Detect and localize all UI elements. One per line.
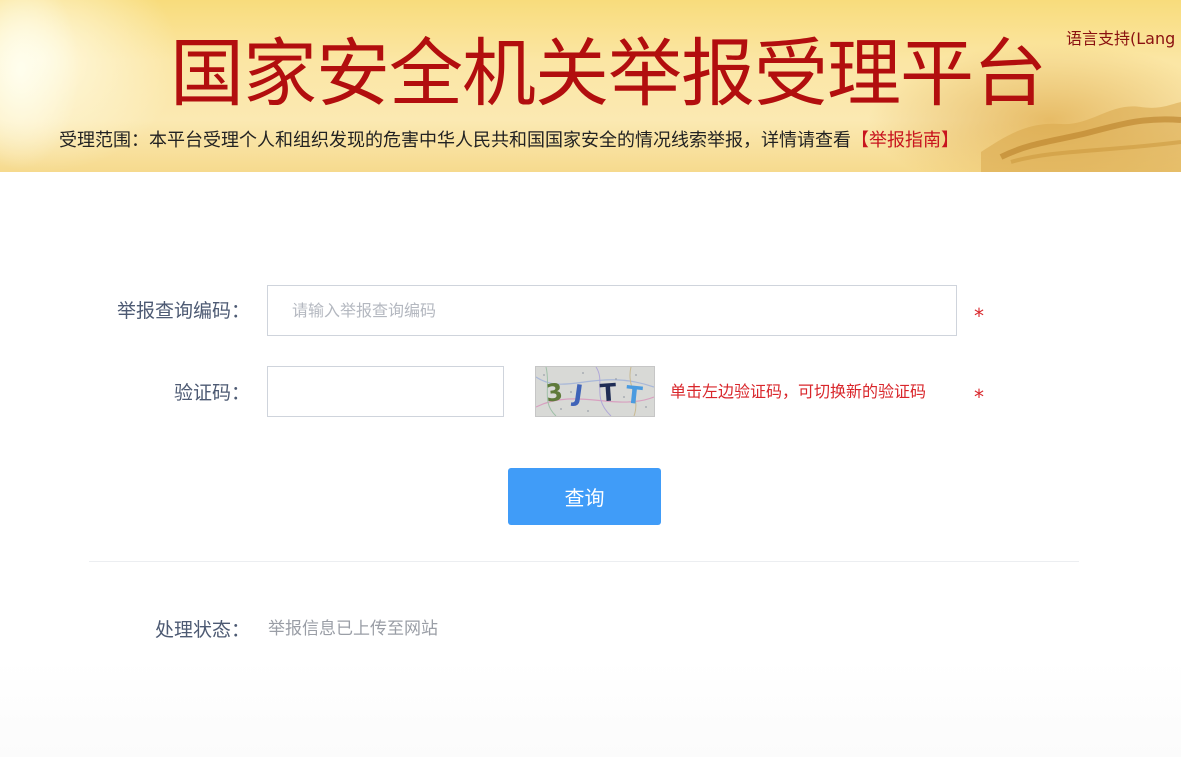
header-banner: 国家安全机关举报受理平台 受理范围：本平台受理个人和组织发现的危害中华人民共和国…: [0, 0, 1181, 172]
captcha-image[interactable]: 3 J T T: [535, 366, 655, 417]
captcha-label: 验证码：: [173, 382, 250, 404]
divider: [89, 561, 1079, 562]
page-footer-area: [0, 660, 1181, 757]
svg-text:T: T: [599, 378, 618, 407]
captcha-graphic: 3 J T T: [535, 366, 655, 417]
captcha-hint: 单击左边验证码，可切换新的验证码: [670, 382, 927, 401]
required-mark: *: [974, 385, 984, 409]
required-mark: *: [974, 304, 984, 328]
svg-text:3: 3: [545, 378, 565, 408]
scope-text: 受理范围：本平台受理个人和组织发现的危害中华人民共和国国家安全的情况线索举报，详…: [59, 130, 851, 151]
language-support-link[interactable]: 语言支持(Lang: [1066, 27, 1175, 51]
status-label: 处理状态：: [154, 619, 250, 641]
report-guide-link[interactable]: 【举报指南】: [851, 130, 959, 151]
report-code-input[interactable]: [267, 285, 957, 336]
query-button[interactable]: 查询: [508, 468, 661, 525]
status-value: 举报信息已上传至网站: [268, 619, 438, 639]
report-code-label: 举报查询编码：: [116, 300, 250, 322]
scope-description: 受理范围：本平台受理个人和组织发现的危害中华人民共和国国家安全的情况线索举报，详…: [59, 128, 959, 154]
page-title: 国家安全机关举报受理平台: [170, 31, 1047, 117]
captcha-input[interactable]: [267, 366, 504, 417]
